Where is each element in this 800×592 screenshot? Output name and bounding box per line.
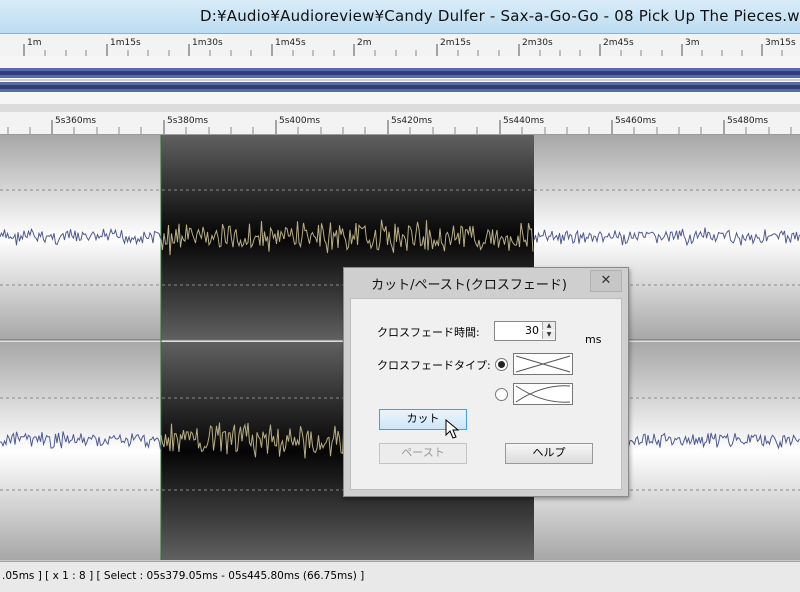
crossfade-time-unit: ms xyxy=(585,333,602,346)
ruler-tick-label: 5s360ms xyxy=(55,116,97,126)
ruler-tick-label: 5s380ms xyxy=(167,116,209,126)
overview-waveform[interactable] xyxy=(0,56,800,105)
ruler-tick-label: 5s420ms xyxy=(391,116,433,126)
ruler-tick-label: 2m xyxy=(357,38,372,48)
ruler-tick-label: 1m xyxy=(27,38,42,48)
crossfade-curve-icon xyxy=(515,385,571,403)
ruler-tick-label: 1m15s xyxy=(110,38,141,48)
crossfade-time-label: クロスフェード時間: xyxy=(377,326,480,339)
selection-status: .05ms ] [ x 1 : 8 ] [ Select : 05s379.05… xyxy=(2,570,365,582)
crossfade-curve-icon xyxy=(515,355,571,373)
crossfade-type-2-icon[interactable] xyxy=(513,383,573,405)
ruler-tick-label: 2m15s xyxy=(440,38,471,48)
ruler-tick-label: 5s460ms xyxy=(615,116,657,126)
ruler-tick-label: 5s480ms xyxy=(727,116,769,126)
crossfade-type-radio-2[interactable] xyxy=(495,388,508,401)
crossfade-time-stepper[interactable]: 30 ▲ ▼ xyxy=(494,321,556,341)
ruler-tick-label: 3m xyxy=(685,38,700,48)
crossfade-type-radio-1[interactable] xyxy=(495,358,508,371)
stepper-down-icon[interactable]: ▼ xyxy=(542,331,555,339)
stepper-up-icon[interactable]: ▲ xyxy=(542,322,555,330)
zoom-ruler[interactable]: 5s360ms 5s380ms 5s400ms 5s420ms 5s440ms … xyxy=(0,112,800,135)
paste-button[interactable]: ペースト xyxy=(379,443,467,464)
crossfade-type-label: クロスフェードタイプ: xyxy=(377,359,491,372)
title-bar: D:¥Audio¥Audioreview¥Candy Dulfer - Sax-… xyxy=(0,0,800,34)
dialog-title: カット/ペースト(クロスフェード) xyxy=(371,278,567,293)
ruler-tick-label: 1m45s xyxy=(275,38,306,48)
ruler-tick-label: 5s400ms xyxy=(279,116,321,126)
window-title: D:¥Audio¥Audioreview¥Candy Dulfer - Sax-… xyxy=(200,7,800,25)
status-bar: .05ms ] [ x 1 : 8 ] [ Select : 05s379.05… xyxy=(0,561,800,592)
close-button[interactable]: ✕ xyxy=(590,270,622,292)
ruler-tick-label: 2m45s xyxy=(603,38,634,48)
crossfade-type-1-icon[interactable] xyxy=(513,353,573,375)
ruler-tick-label: 3m15s xyxy=(765,38,796,48)
overview-ruler[interactable]: 1m 1m15s 1m30s 1m45s 2m 2m15s 2m30s 2m45… xyxy=(0,34,800,57)
mouse-cursor-icon xyxy=(445,419,460,439)
ruler-tick-label: 2m30s xyxy=(522,38,553,48)
ruler-tick-label: 1m30s xyxy=(192,38,223,48)
separator xyxy=(0,104,800,112)
dialog-body: クロスフェード時間: 30 ▲ ▼ ms クロスフェードタイプ: カット ペース… xyxy=(350,298,622,490)
crossfade-time-value[interactable]: 30 xyxy=(495,324,539,337)
crossfade-dialog: カット/ペースト(クロスフェード) ✕ クロスフェード時間: 30 ▲ ▼ ms… xyxy=(343,267,629,497)
overview-waveform-graphic xyxy=(0,68,800,92)
close-icon: ✕ xyxy=(600,273,612,288)
ruler-tick-label: 5s440ms xyxy=(503,116,545,126)
help-button[interactable]: ヘルプ xyxy=(505,443,593,464)
